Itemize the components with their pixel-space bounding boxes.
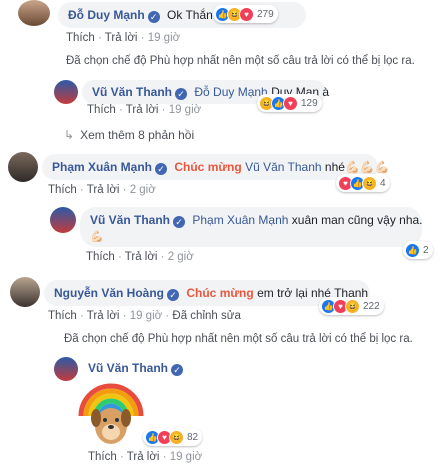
verified-icon: ✓ [175, 88, 188, 100]
reaction-count: 2 [423, 244, 429, 256]
avatar-vu-van-thanh[interactable] [54, 357, 78, 381]
reaction-summary[interactable]: 👍 ♥ 😆 222 [319, 297, 384, 315]
reply-author-name[interactable]: Vũ Văn Thanh [88, 361, 168, 375]
comment-actions: Thích · Trả lời · 19 giờ · Đã chỉnh sửa [48, 310, 241, 322]
reply-link[interactable]: Trả lời [87, 310, 120, 322]
comment-bubble: Phạm Xuân Mạnh ✓ Chúc mừng Vũ Văn Thanh n… [42, 154, 390, 180]
avatar-vu-van-thanh[interactable] [50, 207, 76, 233]
comment-author[interactable]: Phạm Xuân Mạnh [52, 160, 152, 174]
comment-author[interactable]: Đỗ Duy Mạnh [68, 8, 145, 22]
avatar-do-duy-manh[interactable] [18, 0, 50, 26]
verified-icon: ✓ [167, 289, 180, 301]
haha-reaction-icon: 😆 [169, 429, 184, 445]
timestamp[interactable]: 19 giờ [148, 32, 180, 44]
rainbow-dog-sticker[interactable] [76, 376, 146, 450]
avatar-pham-xuan-manh[interactable] [8, 152, 38, 182]
love-reaction-icon: ♥ [239, 6, 254, 22]
like-link[interactable]: Thích [48, 310, 77, 322]
reply-link[interactable]: Trả lời [127, 451, 160, 463]
reaction-count: 279 [257, 8, 274, 20]
haha-reaction-icon: 😆 [345, 298, 360, 314]
reply-actions: Thích · Trả lời · 19 giờ [87, 104, 202, 116]
reaction-summary[interactable]: 👍 ♥ 😆 82 [143, 428, 203, 446]
reply-link[interactable]: Trả lời [125, 251, 158, 263]
reaction-count: 4 [380, 177, 386, 189]
timestamp[interactable]: 19 giờ [130, 310, 162, 322]
reply-arrow-icon: ↳ [64, 128, 75, 142]
filter-note: Đã chọn chế độ Phù hợp nhất nên một số c… [66, 55, 415, 67]
reply-text: xuân man cũng vậy nha. [291, 213, 423, 227]
timestamp[interactable]: 2 giờ [168, 251, 194, 263]
like-link[interactable]: Thích [86, 251, 115, 263]
reply-actions: Thích · Trả lời · 19 giờ [88, 451, 203, 463]
reply-bubble: Vũ Văn Thanh ✓ Phạm Xuân Mạnh xuân man cũ… [80, 207, 423, 247]
verified-icon: ✓ [173, 216, 186, 228]
reply-author[interactable]: Vũ Văn Thanh [92, 85, 172, 99]
flexed-biceps-emoji: 💪🏻 [90, 231, 104, 243]
love-reaction-icon: ♥ [283, 95, 298, 111]
like-link[interactable]: Thích [87, 104, 116, 116]
verified-icon: ✓ [155, 163, 168, 175]
reply-author[interactable]: Vũ Văn Thanh [90, 213, 170, 227]
mention-link[interactable]: Phạm Xuân Mạnh [192, 213, 288, 227]
reply-actions: Thích · Trả lời · 2 giờ [86, 251, 194, 263]
comment-actions: Thích · Trả lời · 2 giờ [48, 184, 156, 196]
like-link[interactable]: Thích [48, 184, 77, 196]
edited-label[interactable]: Đã chỉnh sửa [172, 310, 240, 322]
verified-icon: ✓ [171, 364, 184, 376]
timestamp[interactable]: 19 giờ [170, 451, 202, 463]
view-more-replies[interactable]: ↳ Xem thêm 8 phản hồi [64, 128, 194, 142]
filter-note: Đã chọn chế độ Phù hợp nhất nên một số c… [64, 333, 413, 345]
reaction-summary[interactable]: 👍 😆 ♥ 279 [213, 5, 278, 23]
reply-author[interactable]: Vũ Văn Thanh ✓ [88, 361, 187, 376]
reaction-count: 82 [187, 431, 199, 443]
reaction-summary[interactable]: ♥ 👍 😆 4 [336, 174, 390, 192]
haha-reaction-icon: 😆 [362, 175, 377, 191]
comment-text: nhé [324, 160, 345, 174]
timestamp[interactable]: 19 giờ [169, 104, 201, 116]
comment-text: Ok Thắn [167, 8, 213, 22]
avatar-vu-van-thanh[interactable] [54, 80, 78, 104]
flexed-biceps-emoji: 💪🏻💪🏻💪🏻 [344, 160, 390, 174]
mention-link[interactable]: Đỗ Duy Mạnh [194, 85, 267, 99]
reply-link[interactable]: Trả lời [126, 104, 159, 116]
avatar-nguyen-van-hoang[interactable] [10, 277, 40, 307]
mention-link[interactable]: Vũ Văn Thanh [245, 160, 322, 174]
timestamp[interactable]: 2 giờ [130, 184, 156, 196]
reply-link[interactable]: Trả lời [105, 32, 138, 44]
reaction-count: 129 [301, 97, 318, 109]
verified-icon: ✓ [147, 11, 160, 23]
highlight-text: Chúc mừng [174, 160, 242, 174]
view-more-label[interactable]: Xem thêm 8 phản hồi [80, 128, 194, 142]
reaction-count: 222 [363, 300, 380, 312]
highlight-text: Chúc mừng [186, 286, 254, 300]
reply-link[interactable]: Trả lời [87, 184, 120, 196]
comment-actions: Thích · Trả lời · 19 giờ [66, 32, 181, 44]
like-reaction-icon: 👍 [405, 242, 420, 258]
reaction-summary[interactable]: 👍 2 [403, 241, 433, 259]
like-link[interactable]: Thích [88, 451, 117, 463]
reaction-summary[interactable]: 😆 👍 ♥ 129 [257, 94, 322, 112]
like-link[interactable]: Thích [66, 32, 95, 44]
comment-author[interactable]: Nguyễn Văn Hoàng [54, 286, 164, 300]
